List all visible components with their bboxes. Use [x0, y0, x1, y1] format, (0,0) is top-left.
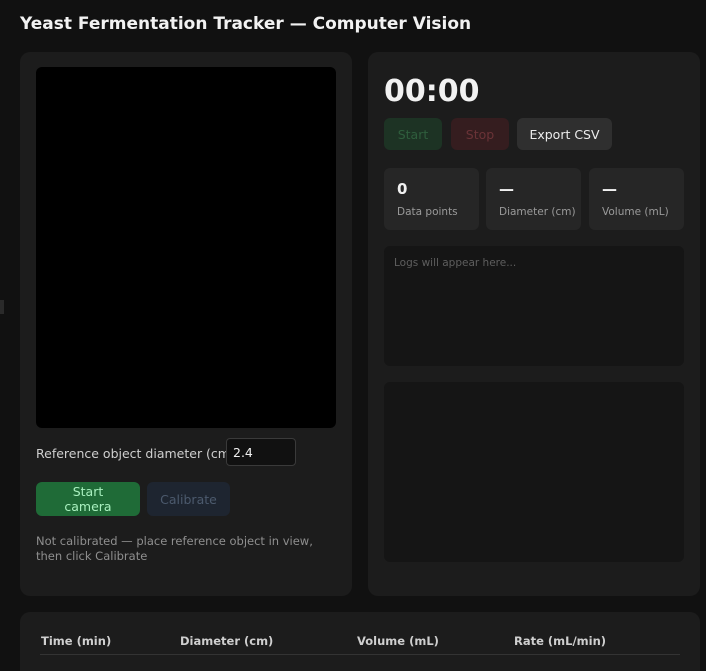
- stat-diameter: — Diameter (cm): [486, 168, 581, 230]
- stat-value: —: [499, 180, 514, 198]
- column-header-time: Time (min): [41, 634, 112, 648]
- stat-value: —: [602, 180, 617, 198]
- edge-handle: [0, 300, 4, 314]
- measurement-panel: 00:00 Start Stop Export CSV 0 Data point…: [368, 52, 700, 596]
- stat-label: Data points: [397, 206, 458, 218]
- column-header-diameter: Diameter (cm): [180, 634, 274, 648]
- stat-label: Diameter (cm): [499, 206, 576, 218]
- reference-diameter-input[interactable]: [226, 438, 296, 466]
- stat-data-points: 0 Data points: [384, 168, 479, 230]
- export-csv-button[interactable]: Export CSV: [517, 118, 612, 150]
- stop-button[interactable]: Stop: [451, 118, 509, 150]
- start-button[interactable]: Start: [384, 118, 442, 150]
- page-title: Yeast Fermentation Tracker — Computer Vi…: [20, 14, 472, 34]
- logs-placeholder: Logs will appear here...: [394, 257, 517, 269]
- stat-value: 0: [397, 180, 408, 198]
- column-header-rate: Rate (mL/min): [514, 634, 607, 648]
- data-table-panel: Time (min) Diameter (cm) Volume (mL) Rat…: [20, 612, 700, 671]
- table-header: Time (min) Diameter (cm) Volume (mL) Rat…: [20, 612, 700, 671]
- stat-volume: — Volume (mL): [589, 168, 684, 230]
- volume-chart-area: [384, 382, 684, 562]
- calibration-status: Not calibrated — place reference object …: [36, 534, 313, 563]
- camera-video-feed: [36, 67, 336, 428]
- reference-diameter-label: Reference object diameter (cm):: [36, 446, 240, 461]
- table-divider: [40, 654, 680, 655]
- timer-display: 00:00: [384, 74, 480, 109]
- camera-panel: Reference object diameter (cm): Start ca…: [20, 52, 352, 596]
- stat-label: Volume (mL): [602, 206, 669, 218]
- start-camera-button[interactable]: Start camera: [36, 482, 140, 516]
- column-header-volume: Volume (mL): [357, 634, 439, 648]
- calibrate-button[interactable]: Calibrate: [147, 482, 230, 516]
- logs-area[interactable]: Logs will appear here...: [384, 246, 684, 366]
